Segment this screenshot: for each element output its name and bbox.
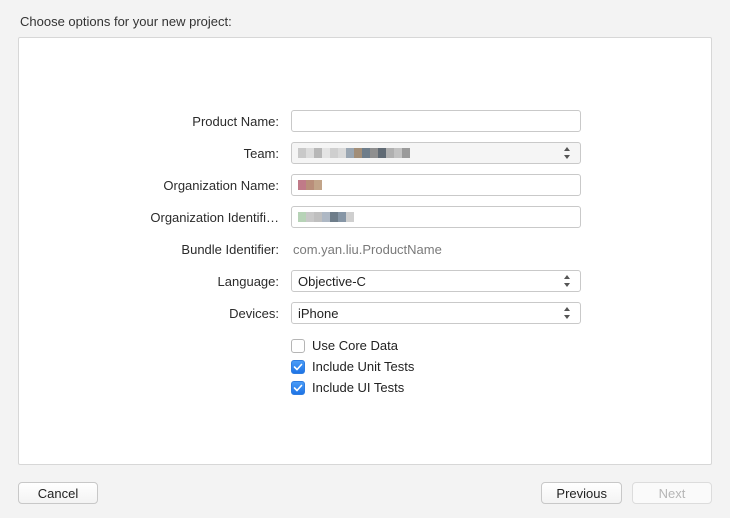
redacted-org-name	[298, 180, 322, 190]
devices-label: Devices:	[19, 306, 279, 321]
language-selected-value: Objective-C	[298, 274, 560, 289]
team-selected-value	[298, 146, 560, 161]
language-label: Language:	[19, 274, 279, 289]
use-core-data-checkbox[interactable]: Use Core Data	[291, 338, 581, 353]
team-label: Team:	[19, 146, 279, 161]
checkbox-label: Include Unit Tests	[312, 359, 414, 374]
updown-icon	[560, 145, 574, 161]
organization-name-label: Organization Name:	[19, 178, 279, 193]
checkbox-icon	[291, 360, 305, 374]
bundle-identifier-label: Bundle Identifier:	[19, 242, 279, 257]
product-name-label: Product Name:	[19, 114, 279, 129]
organization-name-input[interactable]	[291, 174, 581, 196]
bundle-identifier-value: com.yan.liu.ProductName	[291, 238, 581, 260]
next-button[interactable]: Next	[632, 482, 712, 504]
checkbox-label: Use Core Data	[312, 338, 398, 353]
new-project-options-sheet: Choose options for your new project: Pro…	[0, 0, 730, 518]
updown-icon	[560, 305, 574, 321]
organization-identifier-input[interactable]	[291, 206, 581, 228]
page-title: Choose options for your new project:	[20, 14, 712, 29]
options-form: Product Name: Team: Organization Name:	[19, 110, 711, 395]
product-name-input[interactable]	[291, 110, 581, 132]
updown-icon	[560, 273, 574, 289]
previous-button[interactable]: Previous	[541, 482, 622, 504]
cancel-button[interactable]: Cancel	[18, 482, 98, 504]
footer-buttons: Cancel Previous Next	[18, 482, 712, 504]
checkbox-icon	[291, 381, 305, 395]
team-popup[interactable]	[291, 142, 581, 164]
options-panel: Product Name: Team: Organization Name:	[18, 37, 712, 465]
redacted-org-id	[298, 212, 354, 222]
organization-identifier-label: Organization Identifi…	[19, 210, 279, 225]
include-ui-tests-checkbox[interactable]: Include UI Tests	[291, 380, 581, 395]
checkbox-icon	[291, 339, 305, 353]
redacted-team	[298, 148, 410, 158]
checkbox-label: Include UI Tests	[312, 380, 404, 395]
devices-selected-value: iPhone	[298, 306, 560, 321]
include-unit-tests-checkbox[interactable]: Include Unit Tests	[291, 359, 581, 374]
devices-popup[interactable]: iPhone	[291, 302, 581, 324]
language-popup[interactable]: Objective-C	[291, 270, 581, 292]
